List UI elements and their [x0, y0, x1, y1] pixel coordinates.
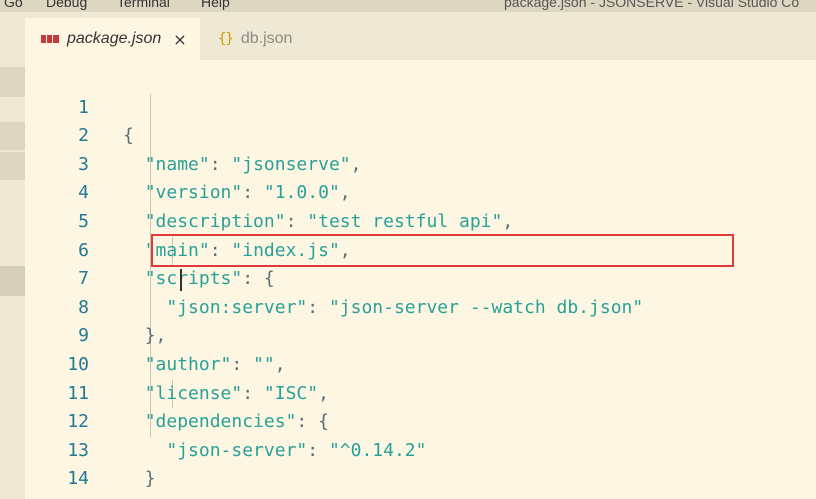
- npm-icon: [41, 35, 59, 43]
- window-title: package.json - JSONSERVE - Visual Studio…: [504, 0, 800, 10]
- code-line: 13 }: [25, 408, 816, 490]
- menu-help[interactable]: Help: [201, 0, 230, 10]
- sidebar-item[interactable]: [0, 152, 25, 180]
- sidebar-item[interactable]: [0, 122, 25, 150]
- text-cursor: [180, 269, 182, 291]
- tab-label: package.json: [67, 30, 162, 47]
- line-number: 15: [25, 494, 89, 499]
- code-editor[interactable]: 1 { 2 "name": "jsonserve", 3 "version": …: [25, 60, 816, 499]
- code-line: 4 "description": "test restful api",: [25, 151, 816, 232]
- code-line: 12 "json-server": "^0.14.2": [25, 380, 816, 461]
- menu-bar: Go Debug Terminal Help package.json - JS…: [0, 0, 816, 12]
- menu-debug[interactable]: Debug: [46, 0, 87, 10]
- sidebar-strip: [0, 12, 25, 499]
- code-line: 11 "dependencies": {: [25, 351, 816, 433]
- code-line: 14 }: [25, 437, 816, 499]
- json-braces-icon: {}: [218, 31, 234, 47]
- code-line: 1 {: [25, 65, 816, 147]
- menu-go[interactable]: Go: [4, 0, 23, 10]
- code-line: 3 "version": "1.0.0",: [25, 122, 816, 204]
- code-line: 6 "scripts": {: [25, 208, 816, 290]
- code-line: 7 "json:server": "json-server --watch db…: [25, 237, 816, 318]
- code-line: 5 "main": "index.js",: [25, 179, 816, 261]
- code-line: 10 "license": "ISC",: [25, 322, 816, 404]
- menu-terminal[interactable]: Terminal: [117, 0, 170, 10]
- tab-package-json[interactable]: package.json ×: [25, 18, 200, 60]
- code-line: 9 "author": "",: [25, 294, 816, 375]
- editor-tab-bar: package.json × {} db.json: [25, 12, 816, 60]
- code-line: 8 },: [25, 265, 816, 347]
- tab-label: db.json: [240, 30, 293, 47]
- close-icon[interactable]: ×: [173, 30, 186, 49]
- sidebar-item[interactable]: [0, 266, 25, 296]
- tab-db-json[interactable]: {} db.json: [200, 18, 380, 60]
- code-line: 2 "name": "jsonserve",: [25, 94, 816, 175]
- sidebar-item[interactable]: [0, 67, 25, 97]
- code-line: 15: [25, 465, 816, 499]
